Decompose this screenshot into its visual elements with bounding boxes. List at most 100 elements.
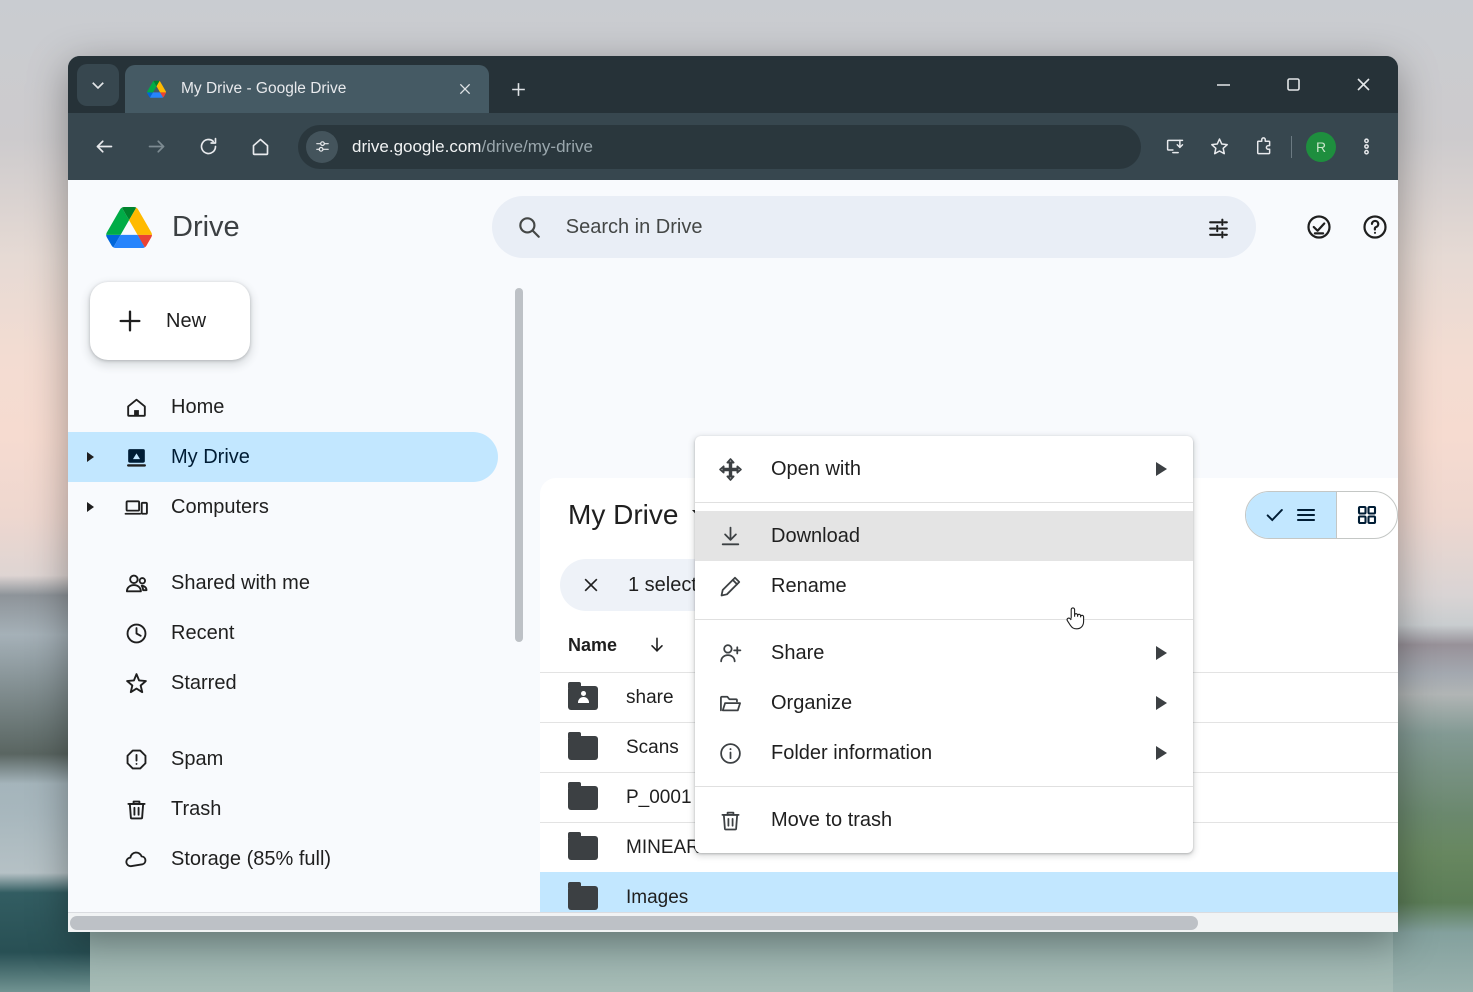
window-minimize-button[interactable]	[1188, 56, 1258, 113]
submenu-arrow-icon	[1156, 696, 1167, 710]
grid-view-button[interactable]	[1337, 492, 1397, 538]
address-bar[interactable]: drive.google.com/drive/my-drive	[298, 124, 1141, 169]
sidebar-item-my-drive[interactable]: My Drive	[68, 432, 498, 482]
context-menu-item-organize[interactable]: Organize	[695, 678, 1193, 728]
clock-icon	[123, 620, 149, 646]
file-name: P_0001	[626, 786, 692, 808]
people-icon	[123, 570, 149, 596]
menu-separator	[695, 786, 1193, 787]
sidebar-item-label: Starred	[171, 671, 237, 694]
expand-triangle-icon[interactable]	[87, 502, 94, 512]
bookmark-star-icon[interactable]	[1199, 127, 1239, 167]
search-options-icon[interactable]	[1196, 205, 1240, 249]
home-button[interactable]	[240, 127, 280, 167]
extensions-puzzle-icon[interactable]	[1243, 127, 1283, 167]
new-tab-button[interactable]	[499, 70, 537, 108]
new-button-label: New	[166, 309, 207, 332]
browser-tab[interactable]: My Drive - Google Drive	[125, 65, 489, 113]
back-button[interactable]	[84, 127, 124, 167]
page-title: My Drive	[568, 499, 679, 530]
profile-avatar[interactable]: R	[1306, 131, 1336, 162]
window-close-button[interactable]	[1328, 56, 1398, 113]
sidebar-item-trash[interactable]: Trash	[68, 784, 498, 834]
help-icon[interactable]	[1352, 204, 1398, 250]
view-toggle-group	[1245, 491, 1398, 539]
address-bar-url: drive.google.com/drive/my-drive	[352, 137, 593, 157]
context-menu-item-label: Rename	[771, 574, 847, 597]
sidebar-item-storage[interactable]: Storage (85% full)	[68, 834, 498, 884]
sidebar-item-computers[interactable]: Computers	[68, 482, 498, 532]
context-menu-item-move-to-trash[interactable]: Move to trash	[695, 795, 1193, 845]
drive-header: Drive Search in Drive	[68, 180, 1398, 274]
download-icon	[715, 521, 745, 551]
browser-tab-strip: My Drive - Google Drive	[68, 56, 1398, 113]
window-maximize-button[interactable]	[1258, 56, 1328, 113]
menu-separator	[695, 619, 1193, 620]
context-menu-item-share[interactable]: Share	[695, 628, 1193, 678]
file-name: share	[626, 686, 674, 708]
folder-icon	[568, 831, 598, 860]
sidebar-item-label: Storage (85% full)	[171, 847, 332, 870]
computers-icon	[123, 494, 149, 520]
tab-search-icon[interactable]	[77, 64, 119, 106]
sidebar-item-label: Computers	[171, 495, 269, 518]
folder-icon	[568, 881, 598, 910]
shared-folder-icon	[568, 681, 598, 710]
list-view-button[interactable]	[1246, 492, 1336, 538]
new-button[interactable]: New	[90, 282, 250, 360]
context-menu-item-label: Open with	[771, 457, 862, 480]
clear-selection-icon[interactable]	[574, 568, 608, 602]
trash-icon	[123, 796, 149, 822]
reload-button[interactable]	[188, 127, 228, 167]
drive-header-actions	[1286, 204, 1398, 250]
context-menu-item-label: Folder information	[771, 741, 933, 764]
submenu-arrow-icon	[1156, 462, 1167, 476]
context-menu-item-folder-information[interactable]: Folder information	[695, 728, 1193, 778]
context-menu-item-open-with[interactable]: Open with	[695, 444, 1193, 494]
sidebar-scrollbar[interactable]	[515, 288, 523, 642]
sort-arrow-down-icon[interactable]	[647, 635, 667, 655]
plus-icon	[116, 307, 144, 335]
context-menu-item-label: Share	[771, 641, 825, 664]
page-horizontal-scrollbar[interactable]	[68, 912, 1398, 932]
browser-menu-icon[interactable]	[1346, 127, 1386, 167]
sidebar-item-spam[interactable]: Spam	[68, 734, 498, 784]
context-menu-item-rename[interactable]: Rename	[695, 561, 1193, 611]
forward-button[interactable]	[136, 127, 176, 167]
sidebar-item-label: Shared with me	[171, 571, 310, 594]
site-settings-icon[interactable]	[306, 130, 338, 163]
my-drive-icon	[123, 444, 149, 470]
drive-wordmark: Drive	[172, 210, 240, 243]
sidebar-item-recent[interactable]: Recent	[68, 608, 498, 658]
scrollbar-thumb[interactable]	[70, 916, 1198, 930]
info-circle-icon	[715, 738, 745, 768]
search-input[interactable]: Search in Drive	[491, 196, 1256, 258]
trash-icon	[715, 805, 745, 835]
tab-close-icon[interactable]	[451, 75, 479, 103]
install-app-icon[interactable]	[1155, 127, 1195, 167]
home-icon	[123, 394, 149, 420]
tasks-check-circle-icon[interactable]	[1296, 204, 1342, 250]
menu-separator	[695, 502, 1193, 503]
sidebar-item-home[interactable]: Home	[68, 382, 498, 432]
url-domain: drive.google.com	[352, 136, 482, 156]
drive-sidebar: New Home My Drive Computers Shared with …	[68, 274, 540, 932]
context-menu-item-label: Move to trash	[771, 808, 893, 831]
drive-page: Drive Search in Drive New Home My Drive …	[68, 180, 1398, 932]
folder-icon	[568, 781, 598, 810]
expand-triangle-icon[interactable]	[87, 452, 94, 462]
context-menu: Open with Download Rename Share Organize…	[695, 436, 1193, 853]
file-name: Scans	[626, 736, 679, 758]
sidebar-item-shared-with-me[interactable]: Shared with me	[68, 558, 498, 608]
search-placeholder: Search in Drive	[565, 215, 703, 238]
context-menu-item-download[interactable]: Download	[695, 511, 1193, 561]
folder-icon	[568, 731, 598, 760]
toolbar-divider	[1291, 135, 1292, 158]
wallpaper-right-landscape	[1393, 0, 1473, 992]
sidebar-item-starred[interactable]: Starred	[68, 658, 498, 708]
column-header-name[interactable]: Name	[568, 635, 617, 656]
star-icon	[123, 670, 149, 696]
window-controls	[1188, 56, 1398, 113]
drive-brand[interactable]: Drive	[106, 206, 492, 248]
